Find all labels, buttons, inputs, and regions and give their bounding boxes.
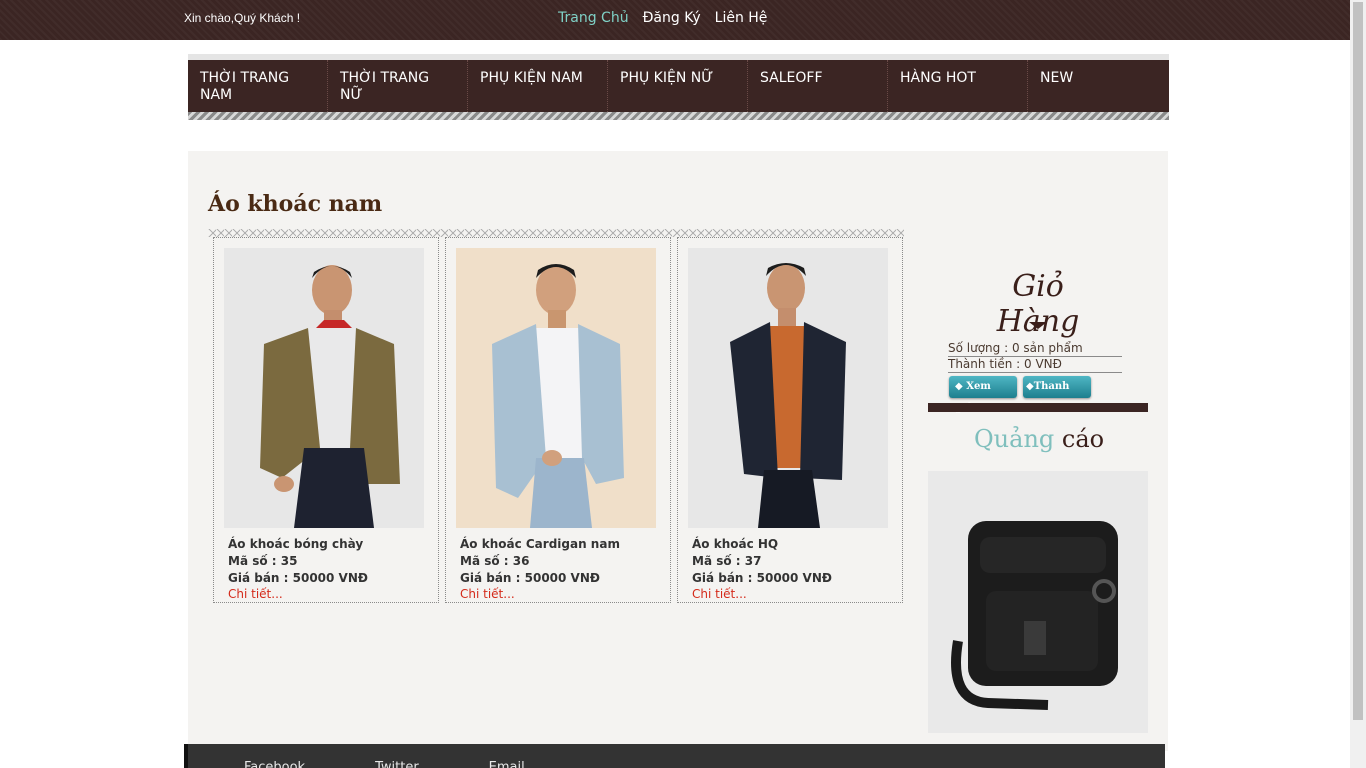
footer-link-facebook[interactable]: Facebook (244, 760, 305, 768)
top-links: Trang Chủ Đăng Ký Liên Hệ (558, 10, 767, 26)
nav-men-accessories[interactable]: PHỤ KIỆN NAM (468, 60, 608, 114)
man-jacket-illustration (260, 265, 400, 528)
product-photo[interactable] (456, 248, 656, 528)
ad-banner[interactable] (928, 471, 1148, 733)
link-register[interactable]: Đăng Ký (643, 10, 701, 26)
nav-men-fashion[interactable]: THỜI TRANG NAM (188, 60, 328, 114)
product-name: Áo khoác HQ (692, 537, 779, 551)
nav-women-accessories[interactable]: PHỤ KIỆN NỮ (608, 60, 748, 114)
product-price: Giá bán : 50000 VNĐ (228, 571, 368, 585)
vertical-scrollbar[interactable] (1350, 0, 1366, 768)
scrollbar-thumb[interactable] (1353, 2, 1363, 720)
product-code: Mã số : 37 (692, 554, 762, 568)
product-detail-link[interactable]: Chi tiết... (460, 587, 656, 601)
product-detail-link[interactable]: Chi tiết... (692, 587, 888, 601)
cart-total: Thành tiền : 0 VNĐ (948, 357, 1122, 373)
zigzag-divider (208, 229, 904, 237)
product-card: Áo khoác Cardigan nam Mã số : 36 Giá bán… (445, 237, 671, 603)
product-code: Mã số : 36 (460, 554, 530, 568)
footer: Facebook Twitter Email (184, 744, 1165, 768)
cart-arrow-icon (1029, 322, 1047, 329)
product-photo[interactable] (688, 248, 888, 528)
cart-quantity: Số lượng : 0 sản phẩm (948, 341, 1122, 357)
product-name: Áo khoác Cardigan nam (460, 537, 620, 551)
footer-link-twitter[interactable]: Twitter (375, 760, 419, 768)
diamond-icon: ◆ (1026, 381, 1034, 392)
product-price: Giá bán : 50000 VNĐ (692, 571, 832, 585)
product-price: Giá bán : 50000 VNĐ (460, 571, 600, 585)
product-detail-link[interactable]: Chi tiết... (228, 587, 424, 601)
nav-new[interactable]: NEW (1028, 60, 1168, 114)
greeting-text: Xin chào,Quý Khách ! (184, 11, 301, 25)
link-home[interactable]: Trang Chủ (558, 10, 629, 26)
bag-illustration (951, 521, 1118, 710)
diamond-icon: ◆ (955, 381, 963, 392)
product-name: Áo khoác bóng chày (228, 537, 364, 551)
product-code: Mã số : 35 (228, 554, 298, 568)
link-contact[interactable]: Liên Hệ (715, 10, 768, 26)
product-list: Áo khoác bóng chày Mã số : 35 Giá bán : … (213, 237, 903, 603)
view-cart-button[interactable]: ◆ Xem giỏ (949, 376, 1017, 414)
product-photo[interactable] (224, 248, 424, 528)
section-title: Áo khoác nam (208, 191, 383, 217)
top-bar: Xin chào,Quý Khách ! Trang Chủ Đăng Ký L… (0, 0, 1350, 40)
ad-title-part1: Quảng (974, 425, 1055, 453)
checkout-button[interactable]: ◆Thanh toán (1023, 376, 1091, 414)
product-card: Áo khoác bóng chày Mã số : 35 Giá bán : … (213, 237, 439, 603)
ad-title: Quảng cáo (974, 425, 1104, 453)
cart-divider-bar (928, 403, 1148, 412)
nav-women-fashion[interactable]: THỜI TRANG NỮ (328, 60, 468, 114)
ad-title-part2: cáo (1061, 425, 1105, 453)
content-area: Áo khoác nam Áo khoác bóng chày Mã số: … (188, 151, 1168, 751)
nav-hot[interactable]: HÀNG HOT (888, 60, 1028, 114)
footer-link-email[interactable]: Email (489, 760, 525, 768)
nav-saleoff[interactable]: SALEOFF (748, 60, 888, 114)
man-dark-jacket-illustration (730, 263, 846, 528)
main-nav: THỜI TRANG NAM THỜI TRANG NỮ PHỤ KIỆN NA… (188, 54, 1169, 120)
product-card: Áo khoác HQ Mã số : 37 Giá bán : 50000 V… (677, 237, 903, 603)
man-denim-jacket-illustration (492, 264, 624, 528)
